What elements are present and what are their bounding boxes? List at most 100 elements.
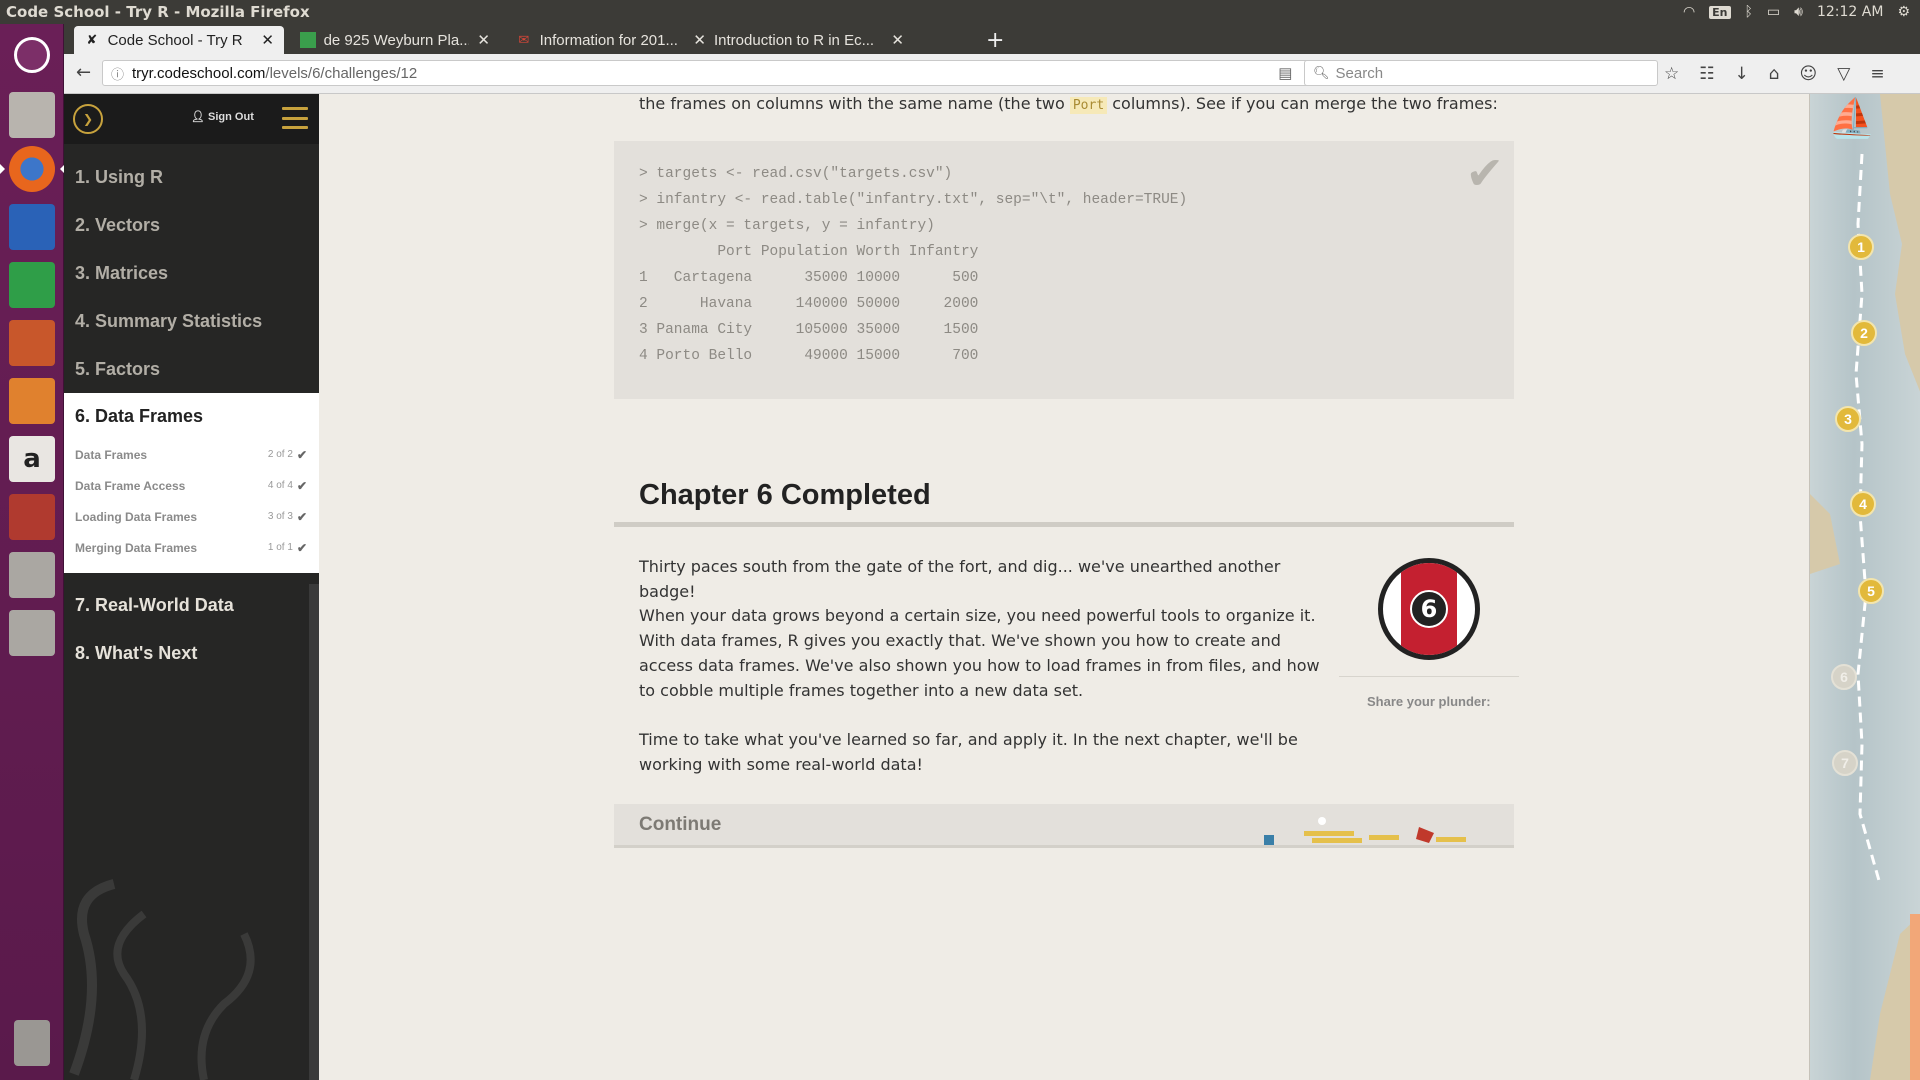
os-top-panel: Code School - Try R - Mozilla Firefox ◠ … xyxy=(0,0,1920,24)
files-icon[interactable] xyxy=(5,88,59,142)
chapter-matrices[interactable]: 3. Matrices xyxy=(64,249,309,297)
instruction-text: the frames on columns with the same name… xyxy=(639,94,1539,116)
share-label: Share your plunder: xyxy=(1367,694,1491,709)
r-console-output: ✔ > targets <- read.csv("targets.csv") >… xyxy=(614,141,1514,399)
console-line: 2 Havana 140000 50000 2000 xyxy=(639,296,979,312)
lesson-label: Merging Data Frames xyxy=(75,540,198,555)
calc-icon[interactable] xyxy=(5,258,59,312)
chapter-data-frames[interactable]: 6. Data Frames xyxy=(64,393,319,439)
gmail-favicon-icon: ✉ xyxy=(518,32,530,47)
bookmark-star-icon[interactable]: ☆ xyxy=(1664,64,1679,84)
menu-icon[interactable]: ≡ xyxy=(1870,64,1884,84)
chapter-using-r[interactable]: 1. Using R xyxy=(64,153,309,201)
map-stop-5[interactable]: 5 xyxy=(1858,578,1884,604)
chapter-completed-heading: Chapter 6 Completed xyxy=(639,479,931,511)
chapter-summary-statistics[interactable]: 4. Summary Statistics xyxy=(64,297,309,345)
lesson-loading-data-frames[interactable]: Loading Data Frames 3 of 3 ✔ xyxy=(64,501,319,532)
lesson-data-frame-access[interactable]: Data Frame Access 4 of 4 ✔ xyxy=(64,470,319,501)
map-stop-6[interactable]: 6 xyxy=(1831,664,1857,690)
clock[interactable]: 12:12 AM xyxy=(1817,4,1883,20)
sign-out-label: Sign Out xyxy=(208,111,254,123)
pocket-icon[interactable]: ▽ xyxy=(1837,64,1850,84)
tab-maps[interactable]: de 925 Weyburn Pla... ✕ xyxy=(290,26,500,54)
chat-icon[interactable]: ☺ xyxy=(1800,64,1818,84)
site-info-icon[interactable]: ⓘ xyxy=(111,64,124,83)
inline-code: Port xyxy=(1069,97,1108,114)
navigation-toolbar: ← ⓘ tryr.codeschool.com /levels/6/challe… xyxy=(64,54,1920,94)
drive-icon-2[interactable] xyxy=(5,606,59,660)
course-sidebar: ❯ 👤︎ Sign Out 1. Using R 2. Vectors 3. M… xyxy=(64,94,319,1080)
close-tab-icon[interactable]: ✕ xyxy=(261,31,274,49)
tab-code-school[interactable]: ✘ Code School - Try R ✕ xyxy=(74,26,284,54)
map-stop-7[interactable]: 7 xyxy=(1832,750,1858,776)
url-bar[interactable]: ⓘ tryr.codeschool.com /levels/6/challeng… xyxy=(102,60,1332,86)
tab-gmail[interactable]: ✉ Information for 201... ✕ xyxy=(506,26,716,54)
trash-icon[interactable] xyxy=(5,1016,59,1070)
home-icon[interactable]: ⌂ xyxy=(1769,64,1780,84)
wifi-icon[interactable]: ◠ xyxy=(1683,4,1695,20)
badge-number: 6 xyxy=(1410,590,1448,628)
reader-view-icon[interactable]: ▤ xyxy=(1278,64,1292,82)
hamburger-menu-icon[interactable] xyxy=(282,107,308,129)
console-line: 3 Panama City 105000 35000 1500 xyxy=(639,322,979,338)
settings-gear-icon[interactable]: ⚙ xyxy=(1897,4,1910,20)
lesson-merging-data-frames[interactable]: Merging Data Frames 1 of 1 ✔ xyxy=(64,532,319,563)
writer-icon[interactable] xyxy=(5,200,59,254)
amazon-icon[interactable]: a xyxy=(5,432,59,486)
lesson-label: Data Frame Access xyxy=(75,478,186,493)
search-input[interactable]: 🔍︎ Search xyxy=(1304,60,1658,86)
chapter-factors[interactable]: 5. Factors xyxy=(64,345,309,393)
chapter-whats-next[interactable]: 8. What's Next xyxy=(64,629,309,677)
continue-button[interactable]: Continue xyxy=(614,804,1514,848)
bookmarks-list-icon[interactable]: ☷ xyxy=(1699,64,1714,84)
close-tab-icon[interactable]: ✕ xyxy=(891,31,904,49)
ubuntu-dash-icon[interactable] xyxy=(5,28,59,82)
sign-out-link[interactable]: 👤︎ Sign Out xyxy=(191,110,254,123)
checkmark-icon: ✔ xyxy=(296,447,307,462)
keyboard-layout-indicator[interactable]: En xyxy=(1709,5,1731,19)
treasure-illustration xyxy=(1264,816,1466,845)
search-icon: 🔍︎ xyxy=(1313,65,1330,80)
search-placeholder: Search xyxy=(1335,64,1384,82)
checkmark-icon: ✔ xyxy=(1465,151,1504,203)
system-tray: ◠ En ᛒ ▭ 🔊︎ 12:12 AM ⚙ xyxy=(1683,4,1920,20)
software-center-icon[interactable] xyxy=(5,374,59,428)
system-settings-icon[interactable] xyxy=(5,490,59,544)
app-launcher: a xyxy=(0,24,65,1080)
volume-icon[interactable]: 🔊︎ xyxy=(1794,4,1803,20)
checkmark-icon: ✔ xyxy=(296,509,307,524)
lesson-data-frames[interactable]: Data Frames 2 of 2 ✔ xyxy=(64,439,319,470)
map-stop-1[interactable]: 1 xyxy=(1848,234,1874,260)
battery-icon[interactable]: ▭ xyxy=(1767,4,1780,20)
firefox-icon[interactable] xyxy=(0,142,65,196)
download-icon[interactable]: ↓ xyxy=(1735,64,1749,84)
map-progress-marker xyxy=(1910,914,1920,1080)
console-line: 4 Porto Bello 49000 15000 700 xyxy=(639,348,979,364)
map-stop-3[interactable]: 3 xyxy=(1835,406,1861,432)
map-stop-2[interactable]: 2 xyxy=(1851,320,1877,346)
impress-icon[interactable] xyxy=(5,316,59,370)
console-line: > infantry <- read.table("infantry.txt",… xyxy=(639,192,1188,208)
tab-intro-r[interactable]: Introduction to R in Ec... ✕ xyxy=(704,26,914,54)
code-school-logo-icon[interactable]: ❯ xyxy=(73,104,103,134)
back-arrow-icon[interactable]: ← xyxy=(76,62,91,83)
challenge-content: the frames on columns with the same name… xyxy=(319,94,1809,1080)
map-stop-4[interactable]: 4 xyxy=(1850,491,1876,517)
new-tab-button[interactable]: + xyxy=(986,28,1004,53)
lesson-count: 3 of 3 xyxy=(267,511,293,522)
chapter-vectors[interactable]: 2. Vectors xyxy=(64,201,309,249)
bluetooth-icon[interactable]: ᛒ xyxy=(1745,4,1753,20)
console-line: Port Population Worth Infantry xyxy=(639,244,979,260)
completion-paragraph-1: Thirty paces south from the gate of the … xyxy=(639,557,1281,601)
chapter-real-world-data[interactable]: 7. Real-World Data xyxy=(64,581,309,629)
close-tab-icon[interactable]: ✕ xyxy=(477,31,490,49)
sidebar-scrollbar[interactable] xyxy=(309,584,319,1080)
drive-icon[interactable] xyxy=(5,548,59,602)
lesson-label: Loading Data Frames xyxy=(75,509,198,524)
octopus-illustration xyxy=(64,874,309,1080)
chapter-badge: 6 xyxy=(1378,558,1480,660)
sidebar-header: ❯ 👤︎ Sign Out xyxy=(64,94,319,144)
checkmark-icon: ✔ xyxy=(296,540,307,555)
instruction-text-part: the frames on columns with the same name… xyxy=(639,94,1070,113)
window-title: Code School - Try R - Mozilla Firefox xyxy=(6,3,310,21)
